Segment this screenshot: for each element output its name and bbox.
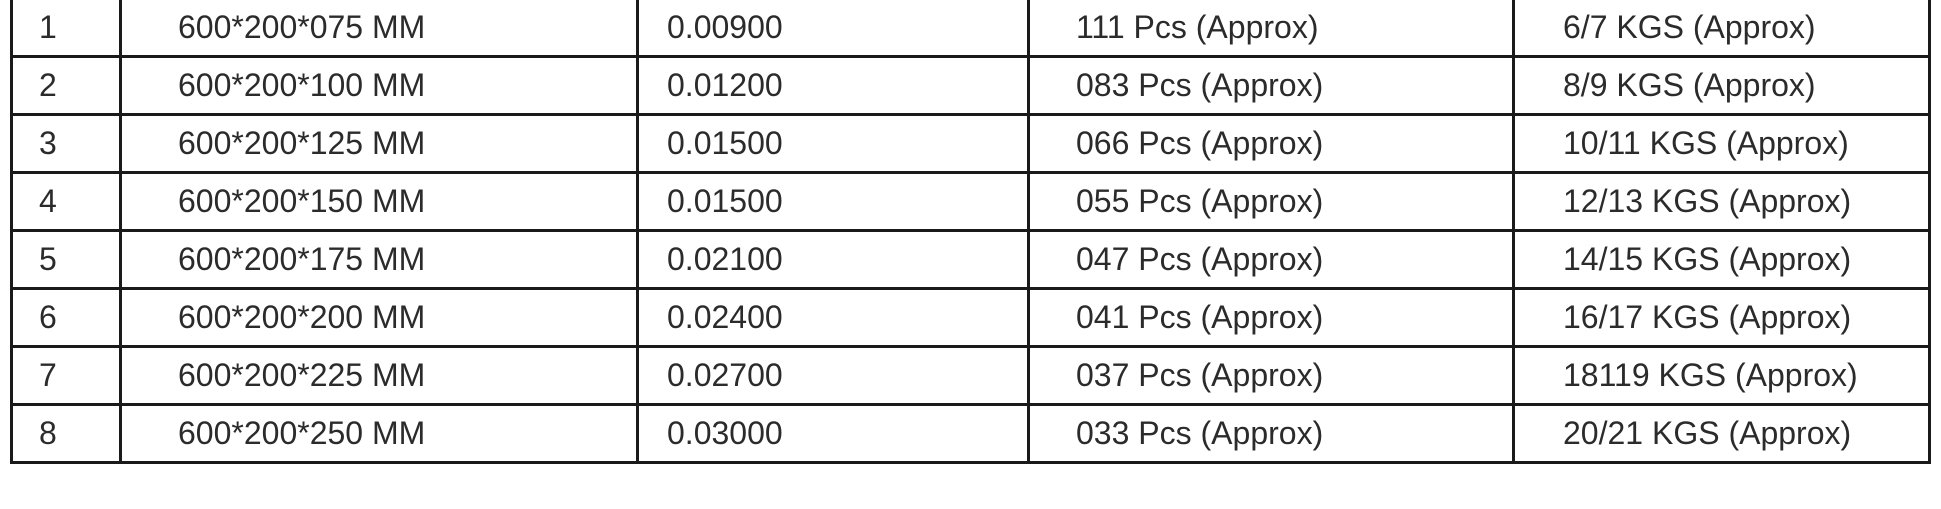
weight-cell: 20/21 KGS (Approx) <box>1512 403 1931 464</box>
pieces-cell: 055 Pcs (Approx) <box>1027 171 1515 232</box>
size-cell: 600*200*075 MM <box>119 0 639 58</box>
table-row: 2 600*200*100 MM 0.01200 083 Pcs (Approx… <box>10 55 1931 116</box>
pieces-cell: 066 Pcs (Approx) <box>1027 113 1515 174</box>
row-number-cell: 6 <box>10 287 122 348</box>
volume-cell: 0.00900 <box>636 0 1030 58</box>
volume-cell: 0.01200 <box>636 55 1030 116</box>
pieces-cell: 033 Pcs (Approx) <box>1027 403 1515 464</box>
weight-cell: 18119 KGS (Approx) <box>1512 345 1931 406</box>
table-row: 7 600*200*225 MM 0.02700 037 Pcs (Approx… <box>10 345 1931 406</box>
row-number-cell: 1 <box>10 0 122 58</box>
row-number-cell: 5 <box>10 229 122 290</box>
weight-cell: 12/13 KGS (Approx) <box>1512 171 1931 232</box>
pieces-cell: 111 Pcs (Approx) <box>1027 0 1515 58</box>
volume-cell: 0.02400 <box>636 287 1030 348</box>
table-row: 3 600*200*125 MM 0.01500 066 Pcs (Approx… <box>10 113 1931 174</box>
block-size-table: 1 600*200*075 MM 0.00900 111 Pcs (Approx… <box>10 0 1931 464</box>
volume-cell: 0.01500 <box>636 113 1030 174</box>
size-cell: 600*200*100 MM <box>119 55 639 116</box>
volume-cell: 0.01500 <box>636 171 1030 232</box>
pieces-cell: 083 Pcs (Approx) <box>1027 55 1515 116</box>
table-row: 5 600*200*175 MM 0.02100 047 Pcs (Approx… <box>10 229 1931 290</box>
volume-cell: 0.03000 <box>636 403 1030 464</box>
block-size-table-container: 1 600*200*075 MM 0.00900 111 Pcs (Approx… <box>10 0 1931 464</box>
weight-cell: 14/15 KGS (Approx) <box>1512 229 1931 290</box>
weight-cell: 8/9 KGS (Approx) <box>1512 55 1931 116</box>
weight-cell: 6/7 KGS (Approx) <box>1512 0 1931 58</box>
pieces-cell: 037 Pcs (Approx) <box>1027 345 1515 406</box>
size-cell: 600*200*175 MM <box>119 229 639 290</box>
volume-cell: 0.02700 <box>636 345 1030 406</box>
row-number-cell: 3 <box>10 113 122 174</box>
size-cell: 600*200*250 MM <box>119 403 639 464</box>
size-cell: 600*200*125 MM <box>119 113 639 174</box>
table-row: 4 600*200*150 MM 0.01500 055 Pcs (Approx… <box>10 171 1931 232</box>
row-number-cell: 7 <box>10 345 122 406</box>
row-number-cell: 2 <box>10 55 122 116</box>
size-cell: 600*200*200 MM <box>119 287 639 348</box>
weight-cell: 10/11 KGS (Approx) <box>1512 113 1931 174</box>
table-row: 6 600*200*200 MM 0.02400 041 Pcs (Approx… <box>10 287 1931 348</box>
row-number-cell: 8 <box>10 403 122 464</box>
table-row: 1 600*200*075 MM 0.00900 111 Pcs (Approx… <box>10 0 1931 58</box>
table-row: 8 600*200*250 MM 0.03000 033 Pcs (Approx… <box>10 403 1931 464</box>
pieces-cell: 047 Pcs (Approx) <box>1027 229 1515 290</box>
row-number-cell: 4 <box>10 171 122 232</box>
pieces-cell: 041 Pcs (Approx) <box>1027 287 1515 348</box>
size-cell: 600*200*150 MM <box>119 171 639 232</box>
size-cell: 600*200*225 MM <box>119 345 639 406</box>
weight-cell: 16/17 KGS (Approx) <box>1512 287 1931 348</box>
volume-cell: 0.02100 <box>636 229 1030 290</box>
